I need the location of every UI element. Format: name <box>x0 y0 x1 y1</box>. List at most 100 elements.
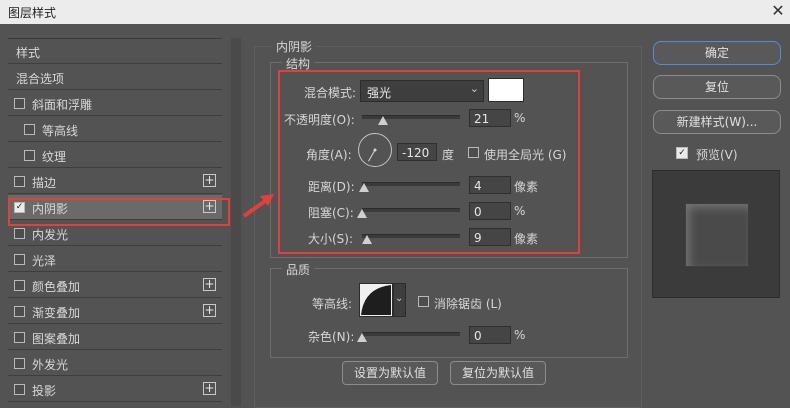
sidebar-checkbox[interactable] <box>14 332 25 343</box>
size-slider-thumb[interactable] <box>361 235 372 244</box>
sidebar-item[interactable]: 描边 + <box>8 169 222 194</box>
sidebar-item[interactable]: 外发光 <box>8 351 222 376</box>
sidebar-item-label: 描边 <box>32 176 57 190</box>
sidebar-checkbox[interactable] <box>14 306 25 317</box>
window-title: 图层样式 <box>8 6 57 20</box>
contour-label: 等高线: <box>312 297 353 311</box>
choke-slider-thumb[interactable] <box>357 209 367 218</box>
sidebar-item-label: 图案叠加 <box>32 332 81 346</box>
sidebar-item[interactable]: 纹理 <box>8 143 222 168</box>
noise-slider-track[interactable] <box>362 332 460 336</box>
sidebar-checkbox[interactable] <box>24 124 35 135</box>
sidebar-item-label: 颜色叠加 <box>32 280 81 294</box>
sidebar-item-label: 等高线 <box>42 124 79 138</box>
sidebar-item[interactable]: 渐变叠加 + <box>8 299 222 324</box>
sidebar-item[interactable]: ✓ 内阴影 + <box>8 195 222 220</box>
title-bar: 图层样式 ✕ <box>0 0 790 24</box>
add-effect-icon[interactable]: + <box>203 200 216 213</box>
sidebar-checkbox[interactable]: ✓ <box>14 202 25 213</box>
add-effect-icon[interactable]: + <box>203 174 216 187</box>
structure-title: 结构 <box>282 55 315 72</box>
sidebar-item-label: 混合选项 <box>16 72 65 86</box>
anti-alias-label: 消除锯齿 (L) <box>434 297 502 311</box>
opacity-unit: % <box>514 111 526 125</box>
size-slider-track[interactable] <box>362 234 460 238</box>
sidebar-item-label: 光泽 <box>32 254 57 268</box>
close-icon[interactable]: ✕ <box>769 2 787 20</box>
size-input[interactable]: 9 <box>469 228 511 246</box>
sidebar-checkbox[interactable] <box>14 228 25 239</box>
size-label: 大小(S): <box>308 232 354 246</box>
preview-checkbox[interactable]: ✓ <box>676 147 688 159</box>
noise-slider-thumb[interactable] <box>357 333 367 342</box>
sidebar-item[interactable]: 等高线 <box>8 117 222 142</box>
set-default-label: 设置为默认值 <box>353 366 426 380</box>
blend-mode-select[interactable]: 强光 ⌄ <box>360 80 484 102</box>
reset-default-label: 复位为默认值 <box>461 366 534 380</box>
section-title: 内阴影 <box>272 38 317 55</box>
ok-button[interactable]: 确定 <box>653 41 781 65</box>
preview-label: 预览(V) <box>696 148 738 162</box>
sidebar-checkbox[interactable] <box>14 176 25 187</box>
global-light-label: 使用全局光 (G) <box>484 148 567 162</box>
sidebar-item[interactable]: 光泽 <box>8 247 222 272</box>
distance-input[interactable]: 4 <box>469 176 511 194</box>
anti-alias-checkbox[interactable] <box>418 296 429 307</box>
sidebar-item[interactable]: 样式 <box>8 39 222 64</box>
sidebar-checkbox[interactable] <box>14 98 25 109</box>
distance-unit: 像素 <box>514 180 539 194</box>
shadow-color-swatch[interactable] <box>488 78 524 102</box>
new-style-label: 新建样式(W)... <box>676 115 758 129</box>
chevron-down-icon: ⌄ <box>395 293 404 304</box>
choke-unit: % <box>514 204 526 218</box>
contour-curve-icon <box>361 285 391 315</box>
blend-mode-value: 强光 <box>367 86 392 100</box>
reset-button[interactable]: 复位 <box>653 75 781 99</box>
angle-dial[interactable] <box>358 133 392 167</box>
sidebar-item-label: 内发光 <box>32 228 69 242</box>
sidebar-item[interactable]: 图案叠加 <box>8 325 222 350</box>
sidebar-checkbox[interactable] <box>14 384 25 395</box>
set-default-button[interactable]: 设置为默认值 <box>342 361 438 385</box>
add-effect-icon[interactable]: + <box>203 278 216 291</box>
blend-mode-label: 混合模式: <box>304 86 357 100</box>
choke-input[interactable]: 0 <box>469 202 511 220</box>
reset-default-button[interactable]: 复位为默认值 <box>450 361 546 385</box>
noise-label: 杂色(N): <box>308 330 355 344</box>
distance-slider-thumb[interactable] <box>358 183 369 192</box>
sidebar-checkbox[interactable] <box>14 358 25 369</box>
sidebar-item-label: 样式 <box>16 46 41 60</box>
new-style-button[interactable]: 新建样式(W)... <box>653 110 781 134</box>
sidebar-checkbox[interactable] <box>14 254 25 265</box>
sidebar-item[interactable]: 内发光 <box>8 221 222 246</box>
sidebar-item-label: 内阴影 <box>32 202 69 216</box>
add-effect-icon[interactable]: + <box>203 304 216 317</box>
add-effect-icon[interactable]: + <box>203 382 216 395</box>
distance-slider-track[interactable] <box>362 182 460 186</box>
sidebar-item-label: 渐变叠加 <box>32 306 81 320</box>
sidebar-checkbox[interactable] <box>24 150 35 161</box>
opacity-slider-thumb[interactable] <box>377 116 388 125</box>
sidebar-item[interactable]: 斜面和浮雕 <box>8 91 222 116</box>
sidebar-item-label: 纹理 <box>42 150 67 164</box>
contour-dropdown[interactable]: ⌄ <box>393 283 406 317</box>
sidebar-item-label: 外发光 <box>32 358 69 372</box>
sidebar-item-label: 斜面和浮雕 <box>32 98 93 112</box>
distance-label: 距离(D): <box>308 180 355 194</box>
noise-input[interactable]: 0 <box>469 326 511 344</box>
opacity-label: 不透明度(O): <box>284 113 355 127</box>
opacity-input[interactable]: 21 <box>469 109 511 127</box>
preview-box <box>652 170 780 298</box>
sidebar-item[interactable]: 颜色叠加 + <box>8 273 222 298</box>
contour-picker[interactable] <box>359 283 393 317</box>
sidebar-item[interactable]: 投影 + <box>8 377 222 402</box>
sidebar-item[interactable]: 混合选项 <box>8 65 222 90</box>
chevron-down-icon: ⌄ <box>469 82 479 95</box>
angle-label: 角度(A): <box>306 148 352 162</box>
ok-label: 确定 <box>704 46 729 60</box>
global-light-checkbox[interactable] <box>468 147 479 158</box>
sidebar-checkbox[interactable] <box>14 280 25 291</box>
preview-swatch <box>685 203 749 267</box>
angle-input[interactable]: -120 <box>397 143 437 161</box>
choke-slider-track[interactable] <box>362 208 460 212</box>
